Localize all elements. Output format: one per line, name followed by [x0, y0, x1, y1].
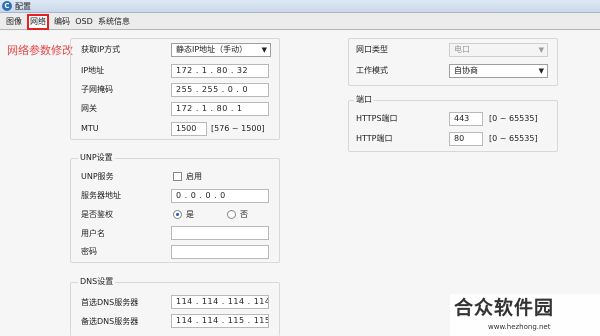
unp-enable-checkbox[interactable]: [173, 172, 182, 181]
http-range-hint: [0 ~ 65535]: [489, 134, 538, 143]
https-port-label: HTTPS端口: [356, 114, 398, 123]
auth-yes-label: 是: [186, 210, 194, 219]
net-type-select[interactable]: 电口 ▼: [449, 43, 548, 57]
gateway-field[interactable]: 172 . 1 . 80 . 1: [171, 102, 269, 116]
ip-mode-value: 静态IP地址（手动）: [176, 45, 248, 54]
auth-label: 是否鉴权: [81, 210, 113, 219]
unp-service-label: UNP服务: [81, 172, 114, 181]
auth-no-radio[interactable]: [227, 210, 236, 219]
https-port-field[interactable]: 443: [449, 112, 483, 126]
watermark: 合众软件园 www.hezhong.net: [450, 294, 600, 336]
unp-group-title: UNP设置: [78, 152, 115, 163]
primary-dns-field[interactable]: 114 . 114 . 114 . 114: [171, 295, 269, 309]
unp-server-field[interactable]: 0 . 0 . 0 . 0: [171, 189, 269, 203]
primary-dns-label: 首选DNS服务器: [81, 298, 139, 307]
unp-enable-label: 启用: [186, 172, 202, 181]
gateway-label: 网关: [81, 104, 97, 113]
work-mode-value: 自协商: [454, 66, 478, 75]
annotation-label: 网络参数修改: [7, 44, 73, 57]
dropdown-arrow-icon: ▼: [538, 46, 544, 54]
window-title: 配置: [15, 2, 31, 11]
http-port-field[interactable]: 80: [449, 132, 483, 146]
mtu-field[interactable]: 1500: [171, 122, 207, 136]
dropdown-arrow-icon: ▼: [538, 67, 544, 75]
tab-osd[interactable]: OSD: [73, 15, 95, 29]
ip-mode-select[interactable]: 静态IP地址（手动） ▼: [171, 43, 271, 57]
net-type-label: 网口类型: [356, 45, 388, 54]
https-range-hint: [0 ~ 65535]: [489, 114, 538, 123]
tab-network[interactable]: 网络: [27, 14, 49, 30]
password-field[interactable]: [171, 245, 269, 259]
window-titlebar: C 配置: [0, 0, 600, 13]
tab-image[interactable]: 图像: [3, 15, 25, 29]
ip-mode-label: 获取IP方式: [81, 45, 121, 54]
mtu-range-hint: [576 ~ 1500]: [211, 124, 265, 133]
ports-group-title: 端口: [354, 94, 374, 105]
secondary-dns-field[interactable]: 114 . 114 . 115 . 115: [171, 314, 269, 328]
net-type-value: 电口: [454, 45, 470, 54]
secondary-dns-label: 备选DNS服务器: [81, 317, 139, 326]
app-logo-icon: C: [2, 1, 12, 11]
work-mode-label: 工作模式: [356, 66, 388, 75]
dns-group-title: DNS设置: [78, 276, 116, 287]
tab-bar: 图像 网络 编码 OSD 系统信息: [0, 13, 600, 30]
watermark-url: www.hezhong.net: [488, 323, 551, 331]
subnet-mask-field[interactable]: 255 . 255 . 0 . 0: [171, 83, 269, 97]
subnet-mask-label: 子网掩码: [81, 85, 113, 94]
auth-yes-radio[interactable]: [173, 210, 182, 219]
unp-server-label: 服务器地址: [81, 191, 121, 200]
watermark-logo: 合众软件园: [454, 297, 555, 319]
username-label: 用户名: [81, 229, 105, 238]
ip-address-label: IP地址: [81, 66, 105, 75]
ip-address-field[interactable]: 172 . 1 . 80 . 32: [171, 64, 269, 78]
tab-encoding[interactable]: 编码: [52, 15, 72, 29]
work-mode-select[interactable]: 自协商 ▼: [449, 64, 548, 78]
mtu-label: MTU: [81, 124, 99, 133]
dropdown-arrow-icon: ▼: [261, 46, 267, 54]
username-field[interactable]: [171, 226, 269, 240]
password-label: 密码: [81, 247, 97, 256]
http-port-label: HTTP端口: [356, 134, 393, 143]
auth-no-label: 否: [240, 210, 248, 219]
tab-system-info[interactable]: 系统信息: [96, 15, 132, 29]
